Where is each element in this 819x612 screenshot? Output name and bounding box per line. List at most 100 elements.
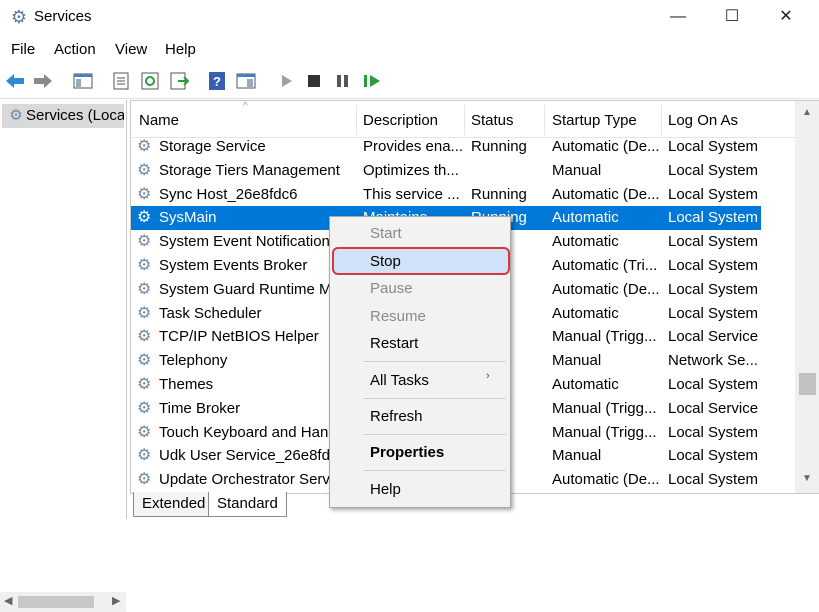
horizontal-scrollbar[interactable]: ◀ ▶ [0, 592, 126, 612]
service-log-on-as: Local System [668, 185, 759, 203]
title-bar: ⚙ Services — ☐ ✕ [0, 0, 819, 34]
service-name: Time Broker [159, 399, 241, 417]
console-tree-pane: ⚙ Services (Local ◀ ▶ [0, 100, 127, 612]
menu-item-stop[interactable]: Stop [370, 253, 401, 270]
service-name: System Event Notification [159, 233, 330, 251]
column-log-on-as[interactable]: Log On As [668, 112, 738, 129]
service-name: Telephony [159, 352, 228, 370]
menu-item-resume[interactable]: Resume [370, 308, 426, 325]
gear-icon: ⚙ [137, 161, 152, 179]
service-description: Optimizes th... [363, 161, 459, 179]
window-title: Services [34, 8, 92, 25]
gear-icon: ⚙ [137, 376, 152, 393]
properties-sheet-icon[interactable] [110, 71, 132, 91]
service-log-on-as: Local Service [668, 328, 759, 346]
menu-action[interactable]: Action [54, 41, 96, 58]
service-startup-type: Manual [552, 161, 602, 179]
service-startup-type: Automatic [552, 376, 619, 393]
close-button[interactable]: ✕ [759, 0, 813, 34]
column-name[interactable]: Name [139, 112, 179, 129]
column-description[interactable]: Description [363, 112, 438, 129]
tree-item-label: Services (Local [26, 107, 124, 124]
table-row[interactable]: ⚙ Storage Service Provides ena... Running Au… [131, 135, 761, 159]
console-tree-icon[interactable] [72, 71, 94, 91]
tab-standard[interactable]: Standard [208, 492, 287, 517]
scroll-down-icon[interactable]: ▼ [802, 473, 812, 484]
service-startup-type: Automatic [552, 233, 619, 251]
start-service-icon[interactable] [275, 71, 297, 91]
service-log-on-as: Local Service [668, 399, 759, 417]
service-name: Storage Tiers Management [159, 161, 340, 179]
service-name: Update Orchestrator Servi [159, 471, 334, 489]
maximize-button[interactable]: ☐ [705, 0, 759, 34]
scroll-up-icon[interactable]: ▲ [802, 107, 812, 118]
table-row[interactable]: ⚙ Storage Tiers Management Optimizes th...… [131, 159, 761, 183]
service-log-on-as: Local System [668, 161, 759, 179]
toolbar: ? [0, 64, 819, 99]
service-log-on-as: Local System [668, 280, 759, 298]
forward-arrow-icon[interactable] [32, 71, 54, 91]
svg-text:?: ? [213, 74, 221, 89]
help-icon[interactable]: ? [206, 71, 228, 91]
tree-item-services-local[interactable]: ⚙ Services (Local [2, 104, 124, 128]
service-log-on-as: Local System [668, 376, 759, 393]
scroll-right-icon[interactable]: ▶ [112, 594, 120, 607]
service-log-on-as: Local System [668, 304, 759, 322]
service-log-on-as: Local System [668, 471, 759, 489]
stop-highlight [332, 247, 510, 275]
gear-icon: ⚙ [137, 328, 152, 346]
scrollbar-thumb[interactable] [799, 373, 816, 395]
service-startup-type: Automatic [552, 304, 619, 322]
refresh-icon[interactable] [139, 71, 161, 91]
menu-help[interactable]: Help [165, 41, 196, 58]
service-startup-type: Manual (Trigg... [552, 423, 657, 441]
scroll-left-icon[interactable]: ◀ [4, 594, 12, 607]
vertical-scrollbar[interactable]: ▲ ▼ [795, 101, 819, 493]
minimize-button[interactable]: — [651, 0, 705, 34]
menu-item-properties[interactable]: Properties [370, 444, 444, 461]
service-startup-type: Automatic [552, 209, 619, 227]
export-list-icon[interactable] [168, 71, 190, 91]
service-name: Touch Keyboard and Hanc [159, 423, 336, 441]
menu-item-pause[interactable]: Pause [370, 280, 413, 297]
service-name: Sync Host_26e8fdc6 [159, 185, 298, 203]
show-hide-icon[interactable] [235, 71, 257, 91]
menu-item-start[interactable]: Start [370, 225, 402, 242]
gear-icon: ⚙ [137, 138, 152, 155]
stop-service-icon[interactable] [303, 71, 325, 91]
gear-icon: ⚙ [137, 399, 152, 417]
pause-service-icon[interactable] [331, 71, 353, 91]
service-startup-type: Manual (Trigg... [552, 328, 657, 346]
menu-view[interactable]: View [115, 41, 147, 58]
service-status: Running [471, 138, 527, 155]
column-startup-type[interactable]: Startup Type [552, 112, 637, 129]
gear-icon: ⚙ [137, 185, 152, 203]
service-startup-type: Automatic (De... [552, 471, 660, 489]
service-name: TCP/IP NetBIOS Helper [159, 328, 319, 346]
service-startup-type: Automatic (De... [552, 185, 660, 203]
menu-file[interactable]: File [11, 41, 35, 58]
back-arrow-icon[interactable] [4, 71, 26, 91]
menu-item-all-tasks[interactable]: All Tasks [370, 372, 429, 389]
service-startup-type: Manual (Trigg... [552, 399, 657, 417]
service-name: System Guard Runtime Mo [159, 280, 340, 298]
scrollbar-thumb[interactable] [18, 596, 94, 608]
service-name: System Events Broker [159, 257, 308, 274]
tab-extended[interactable]: Extended [133, 492, 215, 517]
gear-icon: ⚙ [137, 423, 152, 441]
gear-icon: ⚙ [137, 447, 152, 465]
context-menu: Start Stop Pause Resume Restart All Task… [329, 216, 511, 508]
service-log-on-as: Local System [668, 447, 759, 465]
menu-item-restart[interactable]: Restart [370, 335, 418, 352]
table-row[interactable]: ⚙ Sync Host_26e8fdc6 This service ... Runni… [131, 183, 761, 207]
menu-item-help[interactable]: Help [370, 481, 401, 498]
menu-bar: File Action View Help [0, 38, 819, 62]
service-startup-type: Automatic (De... [552, 138, 660, 155]
menu-item-refresh[interactable]: Refresh [370, 408, 423, 425]
service-startup-type: Manual [552, 352, 602, 370]
service-log-on-as: Local System [668, 423, 759, 441]
column-status[interactable]: Status [471, 112, 514, 129]
submenu-arrow-icon: › [486, 370, 490, 382]
service-name: Storage Service [159, 138, 266, 155]
restart-service-icon[interactable] [361, 71, 383, 91]
